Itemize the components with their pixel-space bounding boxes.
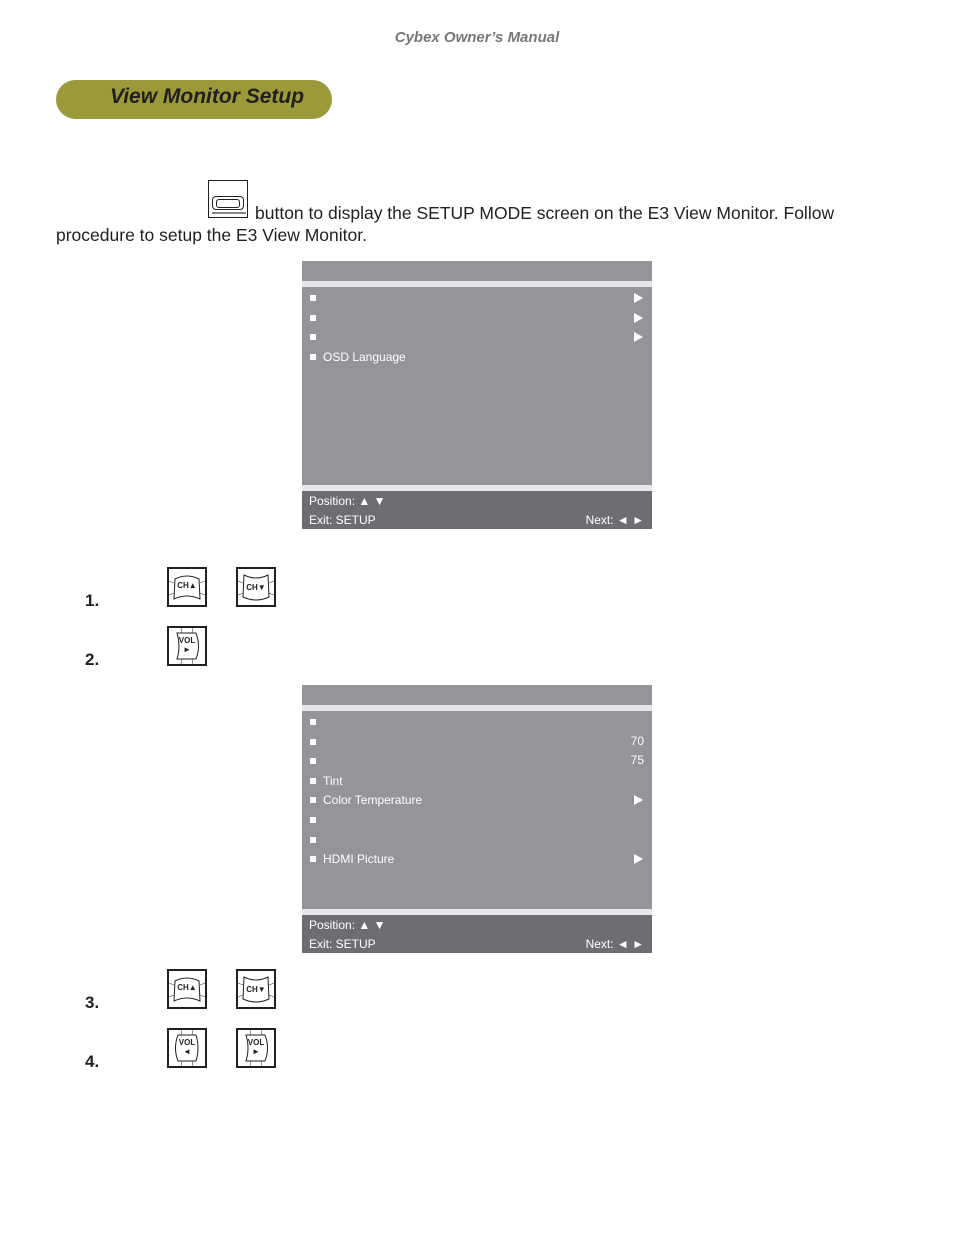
osd-picture-menu: 70 75 Tint Color Temperature HDMI Picture Po… <box>302 685 652 953</box>
key-label: VOL ► <box>247 1038 265 1056</box>
key-label: CH▼ <box>246 985 266 994</box>
intro-line-1: button to display the SETUP MODE screen … <box>255 203 835 223</box>
osd-item-value: 70 <box>630 733 644 748</box>
bullet-square-icon <box>310 719 316 725</box>
step-number: 1. <box>85 591 100 610</box>
intro-line-2: procedure to setup the E3 View Monitor. <box>56 225 367 245</box>
ch-down-key-icon: CH▼ <box>236 567 276 607</box>
bullet-square-icon <box>310 314 316 321</box>
ch-down-key-icon: CH▼ <box>236 969 276 1009</box>
osd-menu-item <box>302 713 652 733</box>
osd-menu-item <box>302 328 652 348</box>
section-title: View Monitor Setup <box>110 85 305 108</box>
osd-item-list: 70 75 Tint Color Temperature HDMI Picture <box>302 711 652 909</box>
setup-button-icon <box>208 180 248 218</box>
bullet-square-icon <box>310 797 316 804</box>
key-label: CH▼ <box>246 583 266 592</box>
step-number: 4. <box>85 1052 100 1071</box>
step-number: 3. <box>85 993 100 1012</box>
bullet-square-icon <box>310 816 316 823</box>
ch-up-key-icon: CH▲ <box>167 969 207 1009</box>
osd-menu-item: HDMI Picture <box>302 850 652 870</box>
bullet-square-icon <box>310 353 316 360</box>
bullet-square-icon <box>310 836 316 843</box>
osd-next-hint: Next: ◄ ► <box>585 513 644 527</box>
osd-position-hint: Position: ▲ ▼ <box>309 494 386 508</box>
key-label: CH▲ <box>177 581 197 590</box>
osd-menu-item: OSD Language <box>302 348 652 368</box>
osd-footer: Position: ▲ ▼ Exit: SETUP Next: ◄ ► <box>302 915 652 953</box>
submenu-arrow-icon <box>634 332 643 343</box>
bullet-square-icon <box>310 738 316 745</box>
osd-exit-hint: Exit: SETUP <box>309 513 376 527</box>
key-label: VOL ◄ <box>178 1038 196 1056</box>
osd-item-value: 75 <box>630 753 644 768</box>
vol-right-key-icon: VOL ► <box>167 626 207 666</box>
osd-position-hint: Position: ▲ ▼ <box>309 918 386 932</box>
osd-item-label: Color Temperature <box>323 793 423 808</box>
key-label: CH▲ <box>177 983 197 992</box>
osd-menu-item <box>302 811 652 831</box>
submenu-arrow-icon <box>634 854 643 865</box>
submenu-arrow-icon <box>634 795 643 806</box>
key-label: VOL ► <box>178 636 196 654</box>
step-number: 2. <box>85 650 100 669</box>
osd-menu-item: 70 <box>302 733 652 753</box>
osd-setup-menu: OSD Language Position: ▲ ▼ Exit: SETUP N… <box>302 261 652 529</box>
ch-up-key-icon: CH▲ <box>167 567 207 607</box>
vol-right-key-icon: VOL ► <box>236 1028 276 1068</box>
bullet-square-icon <box>310 334 316 341</box>
bullet-square-icon <box>310 777 316 784</box>
osd-menu-item <box>302 289 652 309</box>
osd-next-hint: Next: ◄ ► <box>585 937 644 951</box>
osd-title-bar <box>302 261 652 281</box>
bullet-square-icon <box>310 295 316 301</box>
osd-menu-item: Color Temperature <box>302 791 652 811</box>
running-head: Cybex Owner’s Manual <box>394 29 560 46</box>
osd-menu-item: Tint <box>302 772 652 792</box>
osd-menu-item <box>302 831 652 851</box>
bullet-square-icon <box>310 758 316 765</box>
bullet-square-icon <box>310 856 316 863</box>
osd-item-label: OSD Language <box>323 349 406 364</box>
osd-item-list: OSD Language <box>302 287 652 485</box>
osd-menu-item: 75 <box>302 752 652 772</box>
osd-menu-item <box>302 309 652 329</box>
osd-item-label: HDMI Picture <box>323 852 395 867</box>
submenu-arrow-icon <box>634 293 643 303</box>
osd-item-label: Tint <box>323 773 343 788</box>
section-title-pill: View Monitor Setup <box>56 80 332 119</box>
osd-title-bar <box>302 685 652 705</box>
osd-exit-hint: Exit: SETUP <box>309 937 376 951</box>
submenu-arrow-icon <box>634 312 643 323</box>
vol-left-key-icon: VOL ◄ <box>167 1028 207 1068</box>
osd-footer: Position: ▲ ▼ Exit: SETUP Next: ◄ ► <box>302 491 652 529</box>
